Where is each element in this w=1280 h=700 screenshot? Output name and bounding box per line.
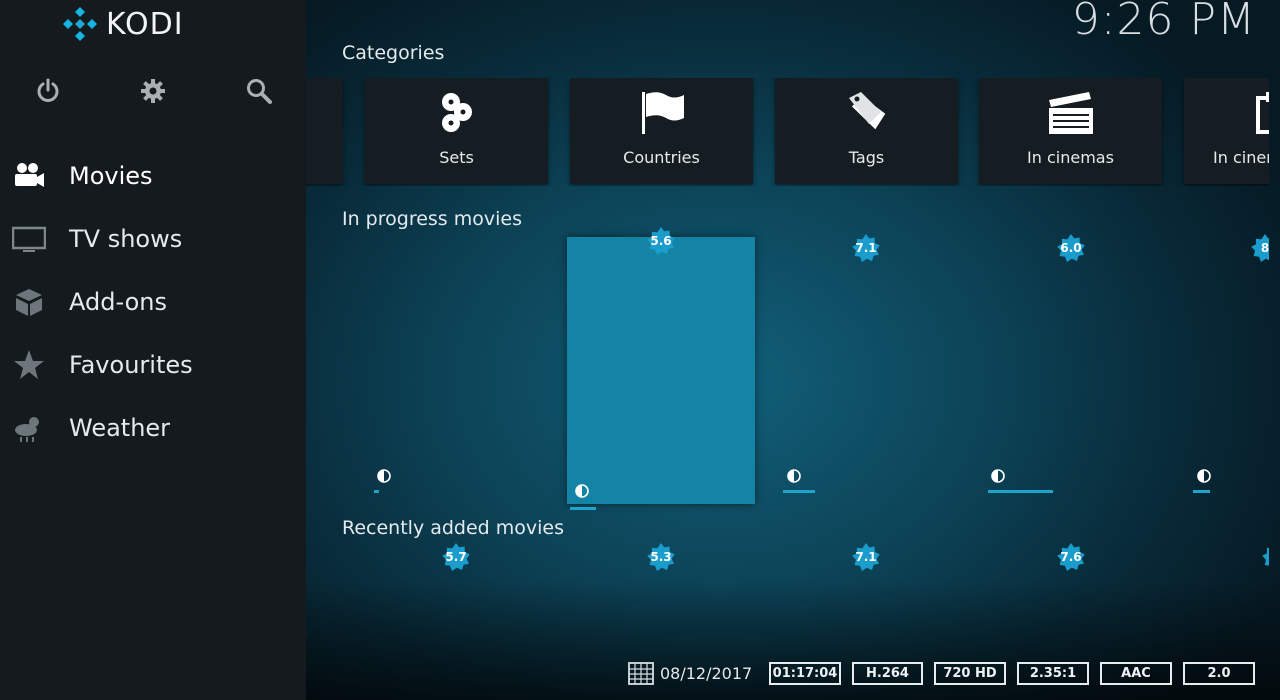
category-label: Tags: [848, 148, 885, 167]
weather-icon: [12, 411, 46, 445]
video-codec-flag: H.264: [852, 662, 923, 685]
star-icon: [12, 348, 46, 382]
rating-badge-partial: 8: [1250, 233, 1269, 263]
half-watched-icon: [991, 468, 1005, 483]
date-text: 08/12/2017: [660, 663, 753, 683]
aspect-ratio-flag: 2.35:1: [1017, 662, 1089, 685]
audio-channels-flag: 2.0: [1183, 662, 1255, 685]
progress-bar: [374, 490, 379, 493]
category-tile-tags[interactable]: Tags: [775, 78, 958, 184]
category-tile-sets[interactable]: Sets: [365, 78, 548, 184]
duration-flag: 01:17:04: [769, 662, 841, 685]
half-watched-icon: [1197, 468, 1211, 483]
half-watched-icon: [787, 468, 801, 483]
category-label: Sets: [439, 148, 474, 167]
kodi-logo-icon: [63, 7, 97, 41]
menu-item-tv-shows[interactable]: TV shows: [0, 207, 306, 270]
kodi-logo[interactable]: KODI: [62, 6, 184, 42]
sidebar: KODI Movies TV shows Add-ons Favourites …: [0, 0, 306, 700]
top-icons: [0, 76, 306, 108]
menu-item-label: Weather: [69, 413, 171, 442]
focused-poster[interactable]: [567, 237, 755, 504]
rating-badge: 5.7: [441, 542, 471, 572]
movie-camera-icon: [12, 159, 46, 193]
info-bar: 08/12/2017 01:17:04 H.264 720 HD 2.35:1 …: [0, 660, 1280, 690]
category-label: In cinemas: [1213, 148, 1269, 167]
clock: 9:26 PM: [1071, 0, 1256, 45]
menu-item-weather[interactable]: Weather: [0, 396, 306, 459]
resolution-flag: 720 HD: [934, 662, 1006, 685]
rating-badge-partial: [1261, 542, 1269, 572]
half-watched-icon: [575, 483, 589, 498]
category-tile-partial[interactable]: [306, 78, 343, 184]
menu-item-movies[interactable]: Movies: [0, 144, 306, 207]
audio-codec-flag: AAC: [1100, 662, 1172, 685]
gear-icon[interactable]: [138, 76, 168, 106]
category-tile-in-cinemas-2[interactable]: In cinemas: [1184, 78, 1269, 184]
progress-bar: [1193, 490, 1210, 493]
menu-item-label: Add-ons: [69, 287, 167, 316]
discs-icon: [365, 90, 548, 138]
calendar-icon: [1184, 90, 1269, 138]
search-icon[interactable]: [244, 76, 274, 106]
menu-item-label: TV shows: [69, 224, 183, 253]
rating-badge: 5.6: [646, 226, 676, 256]
tv-icon: [12, 222, 46, 256]
flag-icon: [570, 90, 753, 138]
app-name: KODI: [106, 6, 184, 42]
rating-badge: 5.3: [646, 542, 676, 572]
category-tile-in-cinemas[interactable]: In cinemas: [979, 78, 1162, 184]
menu-item-favourites[interactable]: Favourites: [0, 333, 306, 396]
calendar-icon: [628, 662, 654, 685]
menu-item-add-ons[interactable]: Add-ons: [0, 270, 306, 333]
rating-badge: 7.6: [1056, 542, 1086, 572]
progress-bar: [783, 490, 815, 493]
half-watched-icon: [377, 468, 391, 483]
menu-item-label: Movies: [69, 161, 153, 190]
rating-badge-icon: [1262, 547, 1269, 566]
main-menu: Movies TV shows Add-ons Favourites Weath…: [0, 144, 306, 459]
power-icon[interactable]: [33, 76, 63, 106]
recently-added-title: Recently added movies: [342, 517, 565, 539]
categories-title: Categories: [342, 42, 445, 64]
rating-badge: 7.1: [851, 233, 881, 263]
tags-icon: [775, 90, 958, 138]
rating-badge: 7.1: [851, 542, 881, 572]
category-label: In cinemas: [1027, 148, 1114, 167]
progress-bar: [988, 490, 1053, 493]
rating-badge: 6.0: [1056, 233, 1086, 263]
category-tile-countries[interactable]: Countries: [570, 78, 753, 184]
date-display: 08/12/2017: [628, 660, 752, 686]
categories-row: Sets Countries Tags In cinemas In cinema…: [306, 78, 1269, 186]
in-progress-title: In progress movies: [342, 208, 522, 230]
menu-item-label: Favourites: [69, 350, 193, 379]
clapperboard-icon: [979, 90, 1162, 138]
category-label: Countries: [623, 148, 700, 167]
box-icon: [12, 285, 46, 319]
progress-bar: [570, 507, 596, 510]
